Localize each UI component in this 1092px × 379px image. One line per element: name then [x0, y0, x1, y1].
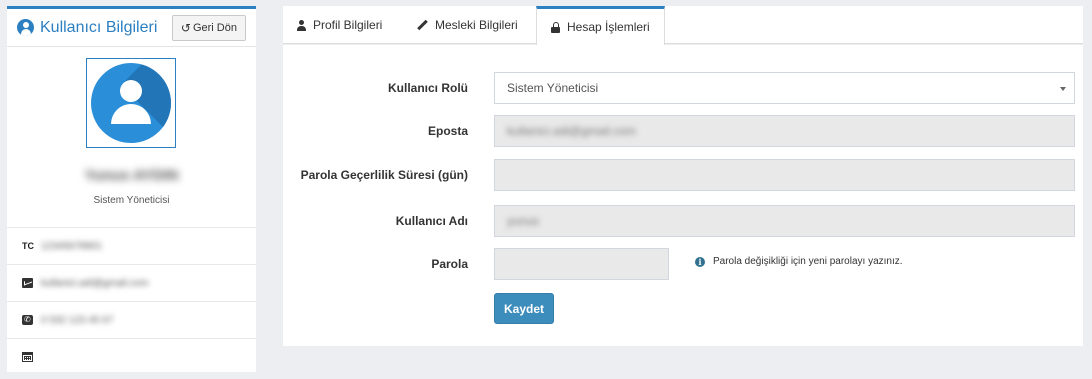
user-role: Sistem Yöneticisi [93, 195, 170, 206]
form-row-email: Eposta kullanici.adi@gmail.com [283, 115, 1083, 147]
tab-label: Hesap İşlemleri [567, 20, 650, 34]
password-validity-label: Parola Geçerlilik Süresi (gün) [300, 168, 468, 182]
info-row-phone: 0 532 123 45 67 [7, 301, 256, 338]
back-button[interactable]: ↺ Geri Dön [171, 14, 246, 41]
form-row-username: Kullanıcı Adı yunus [283, 205, 1083, 237]
password-label: Parola [431, 257, 468, 271]
tab-professional-info[interactable]: Mesleki Bilgileri [403, 6, 532, 44]
phone-icon [22, 315, 33, 325]
info-row-email: kullanici.adi@gmail.com [7, 264, 256, 301]
password-hint-text: Parola değişikliği için yeni parolayı ya… [713, 256, 903, 267]
avatar [91, 63, 171, 143]
tab-label: Profil Bilgileri [313, 18, 383, 32]
lock-icon [551, 21, 560, 33]
form-row-role: Kullanıcı Rolü Sistem Yöneticisi [283, 72, 1083, 104]
avatar-frame [86, 58, 176, 148]
info-icon: i [695, 256, 705, 267]
profile-card: Kullanıcı Bilgileri ↺ Geri Dön Yunus AYD… [7, 6, 256, 372]
user-circle-icon [17, 19, 34, 36]
tab-profile-info[interactable]: Profil Bilgileri [283, 6, 396, 44]
envelope-icon [22, 278, 33, 288]
role-select[interactable]: Sistem Yöneticisi [494, 72, 1075, 104]
username-label: Kullanıcı Adı [395, 214, 468, 228]
email-field-value: kullanici.adi@gmail.com [507, 124, 636, 138]
form-row-password-validity: Parola Geçerlilik Süresi (gün) [283, 159, 1083, 191]
email-label: Eposta [427, 124, 468, 138]
info-row-date [7, 338, 256, 375]
info-row-tc: TC 12345678901 [7, 227, 256, 264]
tab-account-operations[interactable]: Hesap İşlemleri [536, 6, 665, 45]
calendar-icon [22, 352, 33, 362]
tab-label: Mesleki Bilgileri [435, 18, 518, 32]
username-field-value: yunus [507, 214, 540, 228]
password-validity-field[interactable] [494, 159, 1075, 191]
email-value: kullanici.adi@gmail.com [41, 277, 149, 289]
username-field[interactable]: yunus [494, 205, 1075, 237]
profile-card-header: Kullanıcı Bilgileri ↺ Geri Dön [7, 9, 256, 47]
tab-bar: Profil Bilgileri Mesleki Bilgileri Hesap… [283, 6, 1083, 45]
role-select-value: Sistem Yöneticisi [507, 81, 599, 95]
undo-icon: ↺ [180, 20, 191, 35]
caret-down-icon [1060, 87, 1066, 91]
form-row-password: Parola i Parola değişikliği için yeni pa… [283, 248, 1083, 280]
password-hint: i Parola değişikliği için yeni parolayı … [695, 256, 903, 267]
password-field[interactable] [494, 248, 669, 280]
role-label: Kullanıcı Rolü [387, 81, 468, 95]
pencil-icon [417, 20, 428, 31]
account-form: Kullanıcı Rolü Sistem Yöneticisi Eposta … [283, 45, 1083, 346]
tc-value: 12345678901 [41, 240, 103, 252]
user-icon [297, 19, 306, 31]
save-button[interactable]: Kaydet [494, 293, 554, 324]
phone-value: 0 532 123 45 67 [41, 314, 114, 326]
user-name: Yunus AYDIN [84, 167, 179, 184]
back-button-label: Geri Dön [192, 21, 237, 34]
profile-card-title: Kullanıcı Bilgileri [40, 18, 158, 36]
tc-label: TC [22, 241, 34, 251]
email-field[interactable]: kullanici.adi@gmail.com [494, 115, 1075, 147]
